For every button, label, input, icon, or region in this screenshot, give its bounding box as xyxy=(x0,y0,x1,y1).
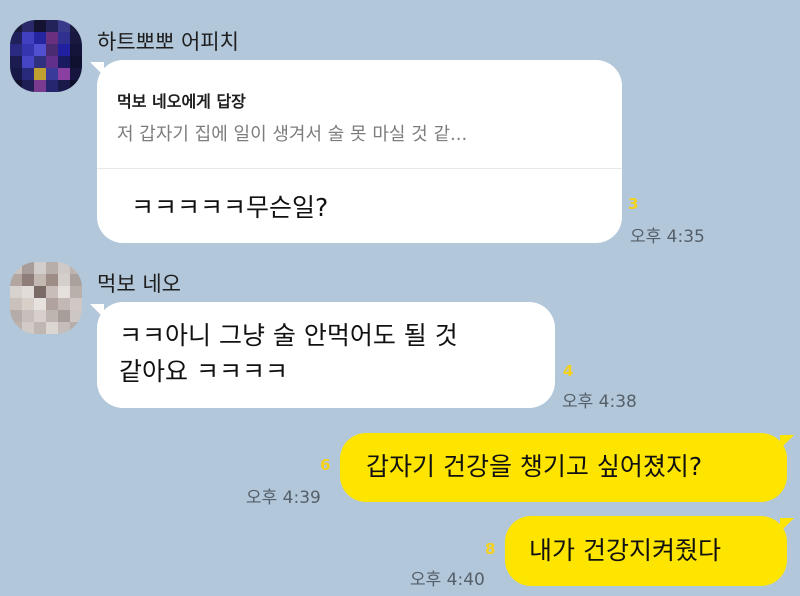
reply-message-bubble[interactable]: 먹보 네오에게 답장 저 갑자기 집에 일이 생겨서 술 못 마실 것 같...… xyxy=(97,60,622,243)
message-text-line-1: ㅋㅋ아니 그냥 술 안먹어도 될 것 xyxy=(119,321,458,350)
avatar-neo[interactable] xyxy=(10,262,82,334)
bubble-tail xyxy=(780,518,794,532)
reply-target-title: 먹보 네오에게 답장 xyxy=(117,92,246,111)
message-bubble-outgoing[interactable]: 내가 건강지켜줬다 xyxy=(505,516,787,586)
sender-name: 하트뽀뽀 어피치 xyxy=(97,30,239,54)
reply-divider xyxy=(97,168,622,169)
message-timestamp: 오후 4:39 xyxy=(246,488,321,508)
bubble-tail xyxy=(780,435,794,449)
message-bubble-outgoing[interactable]: 갑자기 건강을 챙기고 싶어졌지? xyxy=(340,433,787,502)
message-text: ㅋㅋㅋㅋㅋ무슨일? xyxy=(131,193,329,222)
message-text: 갑자기 건강을 챙기고 싶어졌지? xyxy=(366,452,703,481)
message-timestamp: 오후 4:35 xyxy=(630,227,705,247)
message-bubble[interactable]: ㅋㅋ아니 그냥 술 안먹어도 될 것 같아요 ㅋㅋㅋㅋ xyxy=(97,302,555,408)
reply-quoted-preview[interactable]: 저 갑자기 집에 일이 생겨서 술 못 마실 것 같... xyxy=(117,120,467,146)
unread-count: 6 xyxy=(320,456,331,474)
message-timestamp: 오후 4:40 xyxy=(410,570,485,590)
unread-count: 3 xyxy=(628,195,639,213)
sender-name: 먹보 네오 xyxy=(97,272,181,296)
unread-count: 8 xyxy=(485,540,496,558)
message-timestamp: 오후 4:38 xyxy=(562,392,637,412)
message-text: 내가 건강지켜줬다 xyxy=(529,536,721,565)
unread-count: 4 xyxy=(563,362,574,380)
avatar-apeach[interactable] xyxy=(10,20,82,92)
message-text-line-2: 같아요 ㅋㅋㅋㅋ xyxy=(119,357,288,386)
